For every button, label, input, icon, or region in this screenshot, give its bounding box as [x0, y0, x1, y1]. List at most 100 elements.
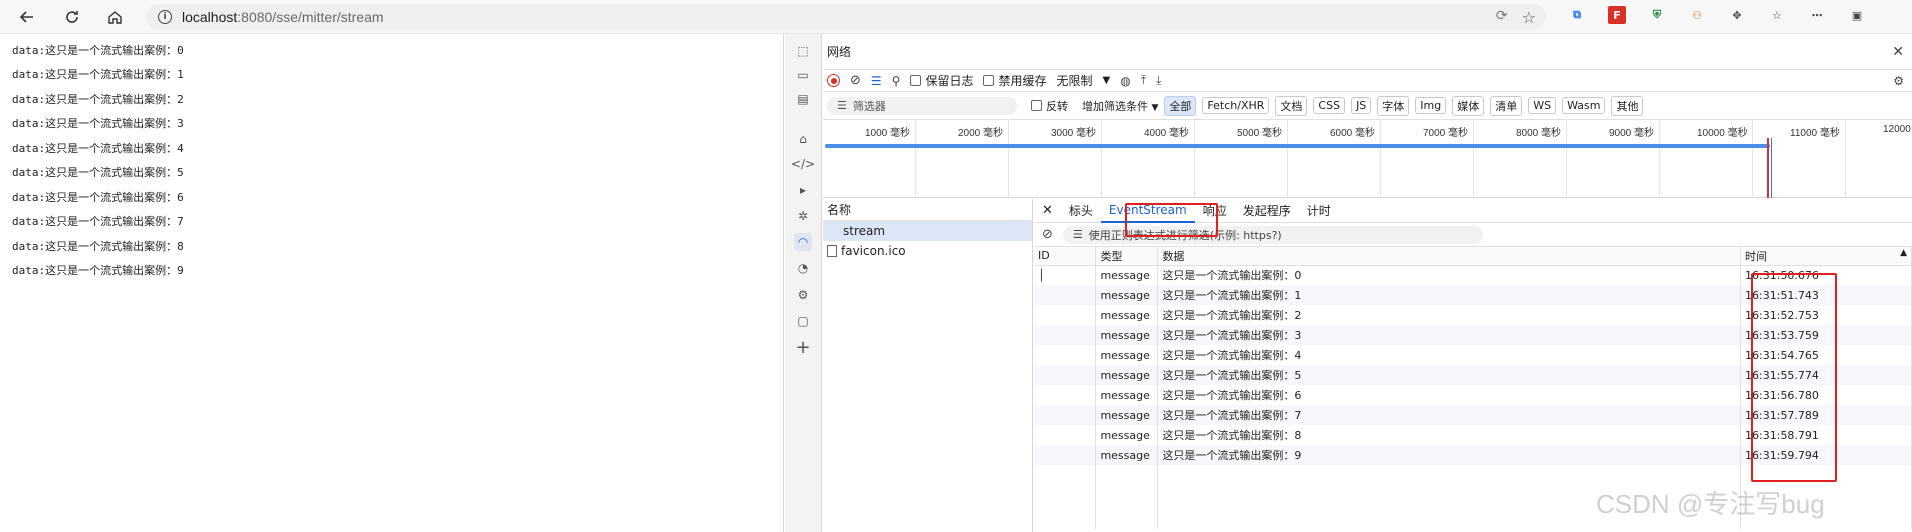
table-row[interactable]: message 这只是一个流式输出案例：6 16:31:56.780 [1034, 385, 1912, 405]
stream-line: data:这只是一个流式输出案例：0 [12, 44, 184, 57]
close-panel-icon[interactable]: ✕ [1892, 44, 1904, 60]
throttle-chevron-down-icon[interactable]: ▼ [1103, 75, 1111, 86]
address-bar[interactable]: i localhost:8080/sse/mitter/stream ⟳ ☆ [146, 4, 1546, 30]
table-row[interactable]: message 这只是一个流式输出案例：9 16:31:59.794 [1034, 445, 1912, 465]
timeline-tick: 11000 毫秒 [1790, 128, 1840, 139]
application-icon[interactable]: ▢ [794, 312, 812, 330]
request-list: 名称 stream favicon.ico [823, 199, 1033, 532]
extensions-puzzle-icon[interactable]: ✥ [1728, 6, 1746, 24]
tab-eventstream[interactable]: EventStream [1100, 199, 1195, 223]
type-filter-manifest[interactable]: 清单 [1490, 95, 1523, 116]
network-timeline-overview[interactable]: 1000 毫秒 2000 毫秒 3000 毫秒 4000 毫秒 5000 毫秒 … [823, 120, 1912, 198]
sidebar-toggle-icon[interactable]: ▣ [1848, 6, 1866, 24]
info-icon[interactable]: i [158, 10, 172, 24]
tab-headers[interactable]: 标头 [1061, 199, 1101, 223]
invert-box[interactable] [1031, 100, 1042, 111]
elements-icon[interactable]: </> [791, 155, 815, 173]
network-conditions-icon[interactable]: ◍ [1120, 74, 1130, 88]
type-filter-wasm[interactable]: Wasm [1562, 97, 1606, 114]
table-row[interactable]: message 这只是一个流式输出案例：3 16:31:53.759 [1034, 325, 1912, 345]
back-icon[interactable] [10, 0, 44, 34]
type-filter-media[interactable]: 媒体 [1452, 95, 1485, 116]
watermark: CSDN @专注写bug [1596, 489, 1825, 519]
table-row[interactable]: message 这只是一个流式输出案例：2 16:31:52.753 [1034, 305, 1912, 325]
favorite-star-icon[interactable]: ☆ [1522, 8, 1536, 27]
clear-icon[interactable]: ⊘ [850, 73, 861, 88]
name-column-header[interactable]: 名称 [823, 199, 1032, 221]
cell-type: message [1095, 325, 1159, 345]
close-detail-icon[interactable]: ✕ [1034, 199, 1061, 223]
disable-cache-checkbox[interactable]: 禁用缓存 [983, 72, 1047, 89]
type-filter-img[interactable]: Img [1415, 97, 1447, 114]
settings-gear-icon[interactable]: ⚙ [794, 286, 812, 304]
inspect-icon[interactable]: ⬚ [794, 42, 812, 60]
search-icon[interactable]: ⚲ [892, 74, 901, 88]
column-header-data[interactable]: 数据 [1157, 247, 1742, 266]
add-tool-icon[interactable]: + [794, 337, 812, 358]
type-filter-all[interactable]: 全部 [1164, 95, 1197, 116]
type-filter-ws[interactable]: WS [1528, 97, 1557, 114]
cell-time: 16:31:50.676 [1740, 265, 1912, 285]
extension-blue-icon[interactable]: ⧉ [1568, 6, 1586, 24]
preserve-log-box[interactable] [910, 75, 922, 86]
tab-initiator[interactable]: 发起程序 [1235, 199, 1299, 223]
performance-icon[interactable]: ◔ [794, 259, 812, 277]
request-row-stream[interactable]: stream [823, 221, 1032, 241]
sources-bug-icon[interactable]: ✲ [794, 207, 812, 225]
table-row[interactable]: message 这只是一个流式输出案例：4 16:31:54.765 [1034, 345, 1912, 365]
disable-cache-box[interactable] [983, 75, 995, 86]
cell-id [1034, 365, 1097, 385]
cell-data: 这只是一个流式输出案例：2 [1157, 305, 1742, 325]
reload-icon[interactable] [55, 0, 89, 34]
device-emulation-icon[interactable]: ▭ [794, 66, 812, 84]
console-icon[interactable]: ▸ [794, 181, 812, 199]
welcome-home-icon[interactable]: ⌂ [794, 130, 812, 148]
url-text: localhost:8080/sse/mitter/stream [182, 9, 384, 25]
timeline-tick: 2000 毫秒 [958, 128, 1004, 139]
column-header-time[interactable]: 时间 ▲ [1740, 247, 1912, 266]
type-filter-doc[interactable]: 文档 [1275, 95, 1308, 116]
preserve-log-checkbox[interactable]: 保留日志 [910, 72, 973, 89]
column-header-type[interactable]: 类型 [1095, 247, 1159, 266]
tab-timing[interactable]: 计时 [1299, 199, 1339, 223]
request-row-favicon[interactable]: favicon.ico [823, 241, 1032, 261]
more-filters-dropdown[interactable]: 增加筛选条件 ▼ [1082, 98, 1158, 114]
menu-dots-icon[interactable]: ⋯ [1808, 6, 1826, 24]
type-filter-other[interactable]: 其他 [1611, 95, 1644, 116]
favorites-icon[interactable]: ☆ [1768, 6, 1786, 24]
translate-icon[interactable]: ⟳ [1496, 8, 1508, 27]
filter-input[interactable]: ☰ 筛选器 [827, 96, 1017, 115]
filter-toggle-icon[interactable]: ☰ [871, 74, 882, 88]
cell-id [1034, 285, 1097, 305]
table-row[interactable]: message 这只是一个流式输出案例：7 16:31:57.789 [1034, 405, 1912, 425]
column-header-id[interactable]: ID [1034, 247, 1097, 266]
invert-checkbox[interactable]: 反转 [1031, 98, 1068, 114]
request-timeline-bar [825, 144, 1770, 148]
table-row[interactable]: message 这只是一个流式输出案例：8 16:31:58.791 [1034, 425, 1912, 445]
eventstream-filter-input[interactable]: ☰ 使用正则表达式进行筛选(示例: https?) [1062, 225, 1483, 244]
throttle-select[interactable]: 无限制 [1057, 72, 1093, 89]
network-wifi-icon[interactable]: ◠ [794, 233, 812, 251]
type-filter-css[interactable]: CSS [1313, 97, 1346, 114]
export-har-icon[interactable]: ⤓ [1156, 73, 1161, 88]
home-icon[interactable] [98, 0, 132, 34]
import-har-icon[interactable]: ⤒ [1141, 73, 1146, 88]
table-row[interactable]: message 这只是一个流式输出案例：1 16:31:51.743 [1034, 285, 1912, 305]
extension-orange-icon[interactable]: ⚇ [1688, 6, 1706, 24]
clear-events-icon[interactable]: ⊘ [1042, 227, 1053, 242]
extension-red-icon[interactable]: F [1608, 6, 1626, 24]
shield-extension-icon[interactable]: ⛨ [1648, 6, 1666, 24]
network-settings-gear-icon[interactable]: ⚙ [1893, 74, 1904, 88]
type-filter-js[interactable]: JS [1351, 97, 1372, 114]
type-filter-font[interactable]: 字体 [1377, 95, 1410, 116]
type-filter-fetch-xhr[interactable]: Fetch/XHR [1202, 97, 1270, 114]
detail-tabs: ✕ 标头 EventStream 响应 发起程序 计时 [1034, 199, 1912, 223]
timeline-tick: 4000 毫秒 [1144, 128, 1190, 139]
tab-response[interactable]: 响应 [1195, 199, 1235, 223]
dock-icon[interactable]: ▤ [794, 90, 812, 108]
cell-id [1034, 445, 1097, 465]
table-row[interactable]: message 这只是一个流式输出案例：5 16:31:55.774 [1034, 365, 1912, 385]
record-icon[interactable] [827, 74, 840, 87]
stream-line: data:这只是一个流式输出案例：5 [12, 166, 184, 179]
table-row[interactable]: │ message 这只是一个流式输出案例：0 16:31:50.676 [1034, 265, 1912, 285]
